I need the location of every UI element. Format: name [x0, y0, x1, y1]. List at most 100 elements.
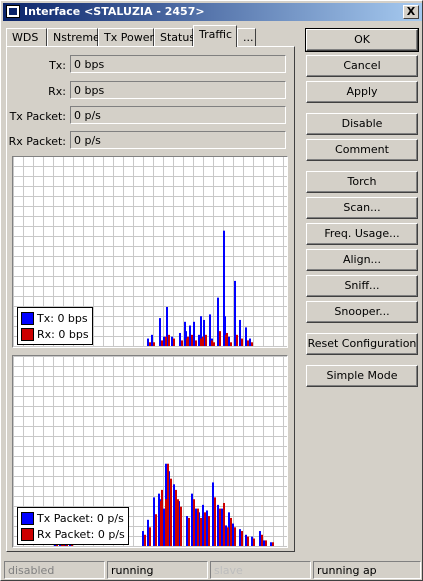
comment-button[interactable]: Comment	[306, 139, 418, 161]
traffic-bar-rx	[251, 342, 253, 346]
tab-wds[interactable]: WDS	[6, 28, 47, 47]
traffic-bar-rx	[187, 336, 189, 346]
tx-field: 0 bps	[70, 55, 286, 73]
traffic-bar-tx	[151, 334, 153, 346]
traffic-bar-tx	[147, 338, 149, 346]
packet-bar-tx-packet	[206, 510, 208, 546]
traffic-bar-tx	[228, 336, 230, 346]
simple-mode-button[interactable]: Simple Mode	[306, 365, 418, 387]
packet-bar-tx-packet	[270, 542, 272, 546]
tx-label: Tx:	[49, 59, 66, 72]
packet-bar-rx-packet	[170, 478, 172, 546]
packet-bar-rx-packet	[167, 463, 169, 546]
traffic-bar-tx	[163, 336, 165, 346]
packet-bar-rx-packet	[208, 516, 210, 546]
traffic-bar-rx	[226, 332, 228, 346]
packet-bar-rx-packet	[200, 517, 202, 546]
traffic-bar-rx	[153, 342, 155, 346]
traffic-bar-rx	[213, 342, 215, 346]
packet-bar-rx-packet	[223, 502, 225, 546]
packet-bar-tx-packet	[195, 508, 197, 546]
cancel-button[interactable]: Cancel	[306, 55, 418, 77]
packet-bar-tx-packet	[263, 540, 265, 546]
traffic-bar-rx	[236, 334, 238, 346]
status-running-ap: running ap	[313, 561, 421, 579]
traffic-bar-rx	[200, 338, 202, 346]
packet-bar-rx-packet	[253, 538, 255, 546]
packet-bar-rx-packet	[144, 534, 146, 546]
traffic-bar-tx	[159, 318, 161, 346]
traffic-graph: Tx: 0 bps Rx: 0 bps	[12, 156, 288, 348]
traffic-bar-rx	[181, 340, 183, 346]
packet-bar-rx-packet	[161, 489, 163, 546]
packet-bar-tx-packet	[142, 531, 144, 546]
scan-button[interactable]: Scan...	[306, 197, 418, 219]
legend-label-rx: Rx:	[37, 327, 55, 341]
interface-window: Interface <STALUZIA - 2457> X WDS Nstrem…	[0, 0, 423, 581]
status-slave: slave	[210, 561, 311, 579]
traffic-bar-rx	[211, 340, 213, 346]
legend-swatch-rx-packet	[21, 527, 34, 541]
packet-bar-tx-packet	[221, 508, 223, 546]
traffic-bar-rx	[219, 331, 221, 346]
traffic-bar-tx	[245, 327, 247, 346]
legend-label-rx-packet: Rx Packet:	[37, 527, 95, 541]
packet-bar-tx-packet	[173, 484, 175, 546]
legend-value-tx-packet: 0 p/s	[96, 511, 124, 525]
legend-value-rx: 0 bps	[58, 327, 89, 341]
traffic-bar-rx	[205, 334, 207, 346]
packet-bar-rx-packet	[219, 508, 221, 546]
packet-bar-rx-packet	[265, 540, 267, 546]
status-running: running	[107, 561, 208, 579]
traffic-bar-tx	[189, 325, 191, 346]
tab-status[interactable]: Status	[154, 28, 195, 47]
packet-bar-rx-packet	[227, 527, 229, 546]
packet-bar-rx-packet	[234, 527, 236, 546]
legend-row-rx: Rx: 0 bps	[21, 326, 89, 342]
snooper-button[interactable]: Snooper...	[306, 301, 418, 323]
freq-usage-button[interactable]: Freq. Usage...	[306, 223, 418, 245]
status-bar: disabled running slave running ap	[4, 561, 421, 579]
title-bar[interactable]: Interface <STALUZIA - 2457> X	[3, 3, 422, 21]
tab-traffic[interactable]: Traffic	[193, 25, 237, 47]
align-button[interactable]: Align...	[306, 249, 418, 271]
traffic-bar-tx	[239, 319, 241, 346]
rx-field: 0 bps	[70, 81, 286, 99]
window-icon	[6, 5, 20, 18]
disable-button[interactable]: Disable	[306, 113, 418, 135]
packet-bar-tx-packet	[251, 536, 253, 546]
sniff-button[interactable]: Sniff...	[306, 275, 418, 297]
traffic-bar-tx	[171, 336, 173, 346]
traffic-bar-tx	[198, 334, 200, 346]
window-title: Interface <STALUZIA - 2457>	[24, 5, 205, 18]
tab-more[interactable]: ...	[237, 28, 256, 47]
legend-row-tx-packet: Tx Packet: 0 p/s	[21, 510, 125, 526]
packet-bar-rx-packet	[204, 512, 206, 546]
close-button[interactable]: X	[403, 5, 419, 19]
legend-swatch-tx	[21, 311, 34, 325]
packet-bar-rx-packet	[197, 508, 199, 546]
packet-bar-tx-packet	[202, 504, 204, 546]
legend-value-rx-packet: 0 p/s	[97, 527, 125, 541]
tab-tx-power[interactable]: Tx Power	[98, 28, 154, 47]
traffic-bar-rx	[161, 340, 163, 346]
apply-button[interactable]: Apply	[306, 81, 418, 103]
legend-row-rx-packet: Rx Packet: 0 p/s	[21, 526, 125, 542]
traffic-legend: Tx: 0 bps Rx: 0 bps	[17, 307, 93, 345]
status-disabled: disabled	[4, 561, 105, 579]
torch-button[interactable]: Torch	[306, 171, 418, 193]
packet-bar-rx-packet	[261, 534, 263, 546]
tx-packet-label: Tx Packet:	[9, 110, 66, 123]
reset-configuration-button[interactable]: Reset Configuration	[306, 333, 418, 355]
traffic-bar-rx	[195, 340, 197, 346]
traffic-bar-rx	[168, 334, 170, 346]
ok-button[interactable]: OK	[305, 28, 419, 52]
packet-bar-rx-packet	[180, 506, 182, 546]
traffic-bar-tx	[217, 297, 219, 346]
tab-nstreme[interactable]: Nstreme	[47, 28, 100, 47]
traffic-bar-rx	[230, 342, 232, 346]
packet-bar-rx-packet	[188, 517, 190, 546]
legend-label-tx: Tx:	[37, 311, 54, 325]
packet-bar-tx-packet	[163, 508, 165, 546]
packet-bar-tx-packet	[239, 529, 241, 546]
